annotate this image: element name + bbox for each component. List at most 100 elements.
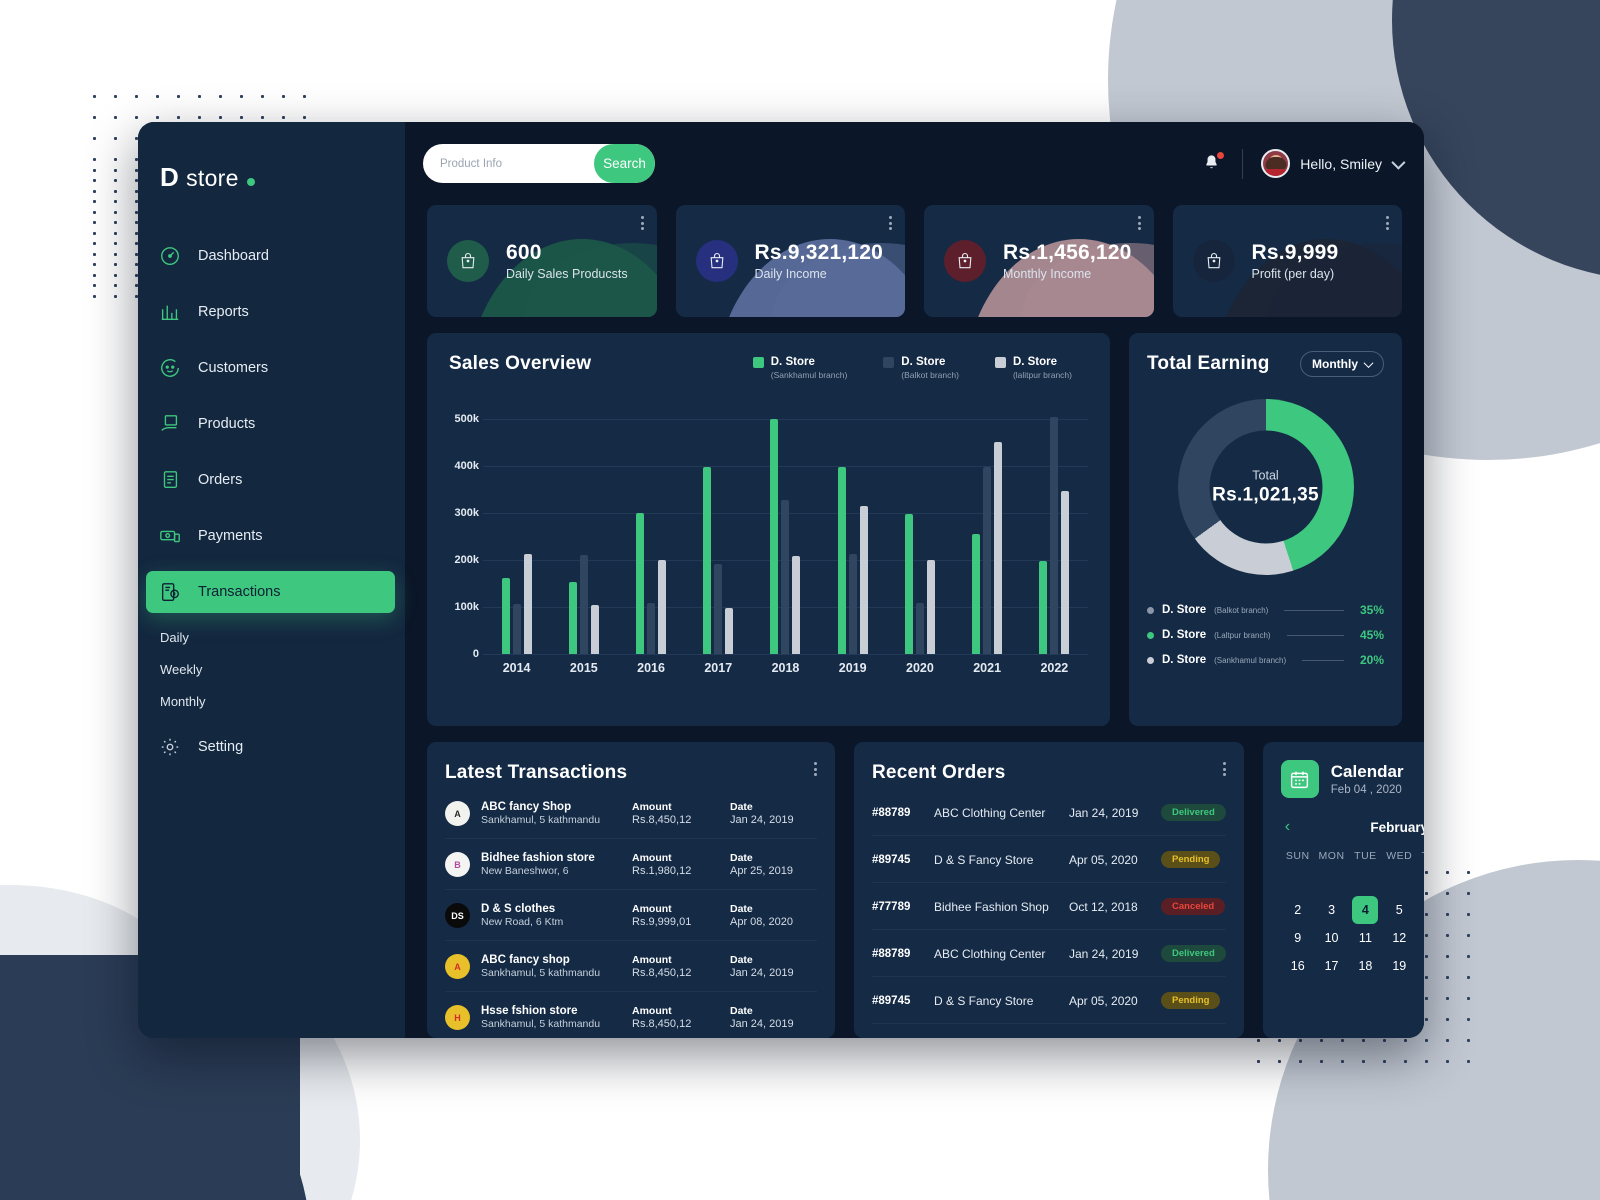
- shopping-bag-icon: [695, 240, 738, 282]
- calendar-day[interactable]: 13: [1416, 924, 1424, 952]
- period-label: Monthly: [1312, 357, 1358, 371]
- transaction-row[interactable]: DS D & S clothes New Road, 6 Ktm Amount …: [445, 890, 817, 941]
- calendar-day[interactable]: 6: [1416, 896, 1424, 924]
- search-input[interactable]: [423, 144, 594, 183]
- calendar-subtitle: Feb 04 , 2020: [1330, 784, 1402, 796]
- order-row[interactable]: #77789 Bidhee Fashion Shop Oct 12, 2018 …: [872, 883, 1226, 930]
- merchant-address: New Road, 6 Ktm: [481, 916, 564, 928]
- notification-bell-icon[interactable]: [1202, 151, 1225, 176]
- calendar-day[interactable]: 4: [1352, 896, 1379, 924]
- x-tick-label: 2020: [906, 661, 934, 675]
- calendar-day[interactable]: 2: [1281, 896, 1315, 924]
- sidebar-item-orders[interactable]: Orders: [146, 459, 395, 501]
- chart-bar: [1039, 560, 1048, 654]
- calendar-dow-label: THU: [1416, 850, 1424, 868]
- chart-bar-group: [685, 396, 752, 654]
- app-logo[interactable]: D store: [138, 152, 405, 193]
- sidebar-nav-bottom: Setting: [138, 726, 405, 768]
- transaction-row[interactable]: A ABC fancy shop Sankhamul, 5 kathmandu …: [445, 941, 817, 992]
- chart-bar-group: [617, 396, 684, 654]
- stat-card-menu-icon[interactable]: [1137, 216, 1141, 230]
- stat-card[interactable]: Rs.1,456,120 Monthly Income: [924, 205, 1154, 317]
- period-select[interactable]: Monthly: [1300, 351, 1384, 377]
- legend-sublabel: (Sankhamul branch): [770, 370, 848, 380]
- stat-card[interactable]: Rs.9,999 Profit (per day): [1172, 205, 1402, 317]
- sidebar-item-reports[interactable]: Reports: [146, 291, 395, 333]
- calendar-day[interactable]: 17: [1315, 952, 1349, 980]
- main-content: Search Hello, Smiley: [405, 122, 1424, 1038]
- sidebar-item-dashboard[interactable]: Dashboard: [146, 235, 395, 277]
- calendar-day[interactable]: 9: [1281, 924, 1315, 952]
- sidebar-item-customers[interactable]: Customers: [146, 347, 395, 389]
- calendar-day[interactable]: 18: [1348, 952, 1382, 980]
- order-row[interactable]: #88789 ABC Clothing Center Jan 24, 2019 …: [872, 784, 1226, 836]
- legend-sublabel: (Sankhamul branch): [1214, 655, 1287, 665]
- stat-card[interactable]: 600 Daily Sales Producsts: [427, 205, 657, 317]
- subnav-item-daily[interactable]: Daily: [160, 630, 405, 645]
- sidebar-item-products[interactable]: Products: [146, 403, 395, 445]
- transaction-row[interactable]: A ABC fancy Shop Sankhamul, 5 kathmandu …: [445, 784, 817, 839]
- chart-legend: D. Store (Sankhamul branch) D. Store (Ba…: [752, 353, 1088, 380]
- subnav-item-weekly[interactable]: Weekly: [160, 662, 405, 677]
- money-icon: [158, 524, 182, 548]
- box-hand-icon: [158, 412, 182, 436]
- dot-grid-left-column: [84, 160, 140, 302]
- date-header: Date: [730, 852, 753, 864]
- stat-card[interactable]: Rs.9,321,120 Daily Income: [675, 205, 905, 317]
- legend-line: [1284, 609, 1344, 611]
- x-tick-label: 2015: [569, 661, 598, 675]
- legend-sublabel: (Balkot branch): [1214, 605, 1269, 615]
- order-row[interactable]: #89745 D & S Fancy Store Apr 05, 2020 Pe…: [872, 836, 1226, 883]
- status-badge: Pending: [1161, 851, 1221, 868]
- transaction-row[interactable]: B Bidhee fashion store New Baneshwor, 6 …: [445, 839, 817, 890]
- amount-value: Rs.8,450,12: [632, 814, 692, 826]
- calendar-day[interactable]: 19: [1382, 952, 1416, 980]
- chevron-down-icon: [1363, 357, 1374, 368]
- order-row[interactable]: #88789 ABC Clothing Center Jan 24, 2019 …: [872, 930, 1226, 977]
- stat-card-menu-icon[interactable]: [1386, 216, 1389, 230]
- bar-chart-icon: [158, 300, 182, 324]
- calendar-day[interactable]: 10: [1315, 924, 1349, 952]
- calendar-day[interactable]: 3: [1315, 896, 1349, 924]
- merchant-info: ABC fancy shop Sankhamul, 5 kathmandu: [481, 954, 621, 979]
- calendar-prev-icon[interactable]: ‹: [1285, 818, 1301, 836]
- panel-title: Total Earning: [1147, 353, 1270, 374]
- panel-title: Recent Orders: [872, 762, 1006, 783]
- calendar-day[interactable]: 5: [1382, 896, 1416, 924]
- topbar-divider: [1242, 148, 1244, 179]
- subnav-item-monthly[interactable]: Monthly: [160, 694, 405, 709]
- chart-bar: [579, 555, 588, 654]
- stat-card-text: Rs.1,456,120 Monthly Income: [1003, 241, 1132, 280]
- sidebar-item-setting[interactable]: Setting: [146, 726, 395, 768]
- calendar-day[interactable]: 11: [1348, 924, 1382, 952]
- calendar-panel: Calendar Feb 04 , 2020 ‹ February › SUN M…: [1262, 742, 1424, 1038]
- sidebar-item-payments[interactable]: Payments: [146, 515, 395, 557]
- chart-bar: [837, 467, 846, 654]
- earning-donut-chart: Total Rs.1,021,35: [1177, 399, 1354, 575]
- transaction-date: Date Jan 24, 2019: [730, 954, 817, 979]
- search-button[interactable]: Search: [594, 144, 655, 183]
- order-row[interactable]: #89745 D & S Fancy Store Apr 05, 2020 Pe…: [872, 977, 1226, 1024]
- stat-card-menu-icon[interactable]: [640, 216, 644, 230]
- sidebar-item-transactions[interactable]: Transactions: [146, 571, 395, 613]
- user-greeting: Hello, Smiley: [1300, 155, 1382, 172]
- calendar-dow-label: SUN: [1285, 850, 1310, 862]
- stat-cards: 600 Daily Sales Producsts Rs.9,321,120 D…: [405, 205, 1424, 317]
- chart-bar: [915, 603, 924, 654]
- stat-value: Rs.1,456,120: [1003, 241, 1132, 265]
- transaction-amount: Amount Rs.8,450,12: [632, 954, 719, 979]
- order-id: #88789: [872, 947, 911, 960]
- donut-total-value: Rs.1,021,35: [1212, 484, 1319, 505]
- calendar-day[interactable]: 20: [1416, 952, 1424, 980]
- calendar-day[interactable]: 12: [1382, 924, 1416, 952]
- stat-card-menu-icon[interactable]: [889, 216, 892, 230]
- shopping-bag-icon: [447, 240, 489, 282]
- merchant-name: ABC fancy shop: [481, 954, 570, 966]
- transactions-menu-icon[interactable]: [814, 762, 817, 776]
- calendar-day[interactable]: 16: [1281, 952, 1315, 980]
- date-value: Jan 24, 2019: [730, 1018, 794, 1030]
- orders-menu-icon[interactable]: [1222, 762, 1226, 776]
- transaction-row[interactable]: H Hsse fshion store Sankhamul, 5 kathman…: [445, 992, 817, 1038]
- chart-bar: [636, 513, 645, 654]
- user-menu[interactable]: Hello, Smiley: [1261, 149, 1406, 178]
